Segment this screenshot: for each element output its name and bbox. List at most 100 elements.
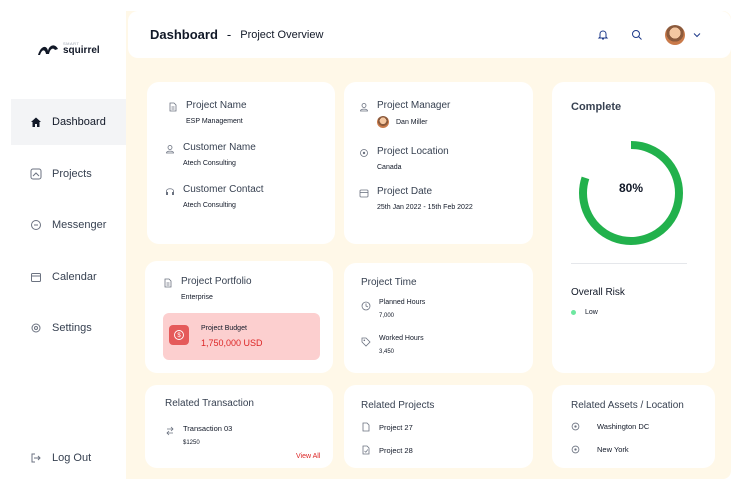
sidebar-item-label: Projects [52,168,92,180]
projects-icon [30,168,42,180]
calendar-icon [31,273,41,282]
tag-icon [361,337,371,347]
project-budget-value: 1,750,000 USD [201,338,263,348]
complete-divider [571,263,687,264]
location-pin-icon [571,445,580,454]
related-project-label: Project 27 [379,422,413,432]
asset-location-item[interactable]: New York [571,445,629,454]
project-location-value: Canada [377,164,402,171]
brand-name: squirrel [63,45,100,56]
related-assets-title: Related Assets / Location [571,400,684,411]
project-portfolio-value: Enterprise [181,294,213,301]
page-title: Dashboard [150,27,218,42]
user-icon [360,103,368,112]
bell-icon[interactable] [597,29,609,41]
project-location-field: Project Location Canada [359,146,449,171]
location-pin-icon [571,422,580,431]
risk-level: Low [571,309,598,316]
title-separator: - [226,27,232,42]
document-icon [164,278,172,288]
clock-icon [361,301,371,311]
top-bar: Dashboard - Project Overview [128,11,731,58]
project-name-label: Project Name [186,100,247,111]
planned-hours-field: Planned Hours 7,000 [361,299,425,319]
related-project-item[interactable]: Project 27 [361,422,413,432]
project-name-field: Project Name ESP Management [168,100,247,125]
squirrel-logo-icon [38,45,58,55]
app-frame: SMART squirrel Dashboard Projects Messen… [0,0,741,488]
sidebar: SMART squirrel Dashboard Projects Messen… [11,11,126,479]
customer-contact-field: Customer Contact Atech Consulting [165,184,264,209]
worked-hours-field: Worked Hours 3,450 [361,335,424,355]
sidebar-item-label: Settings [52,322,92,334]
location-pin-icon [360,149,368,157]
project-budget-label: Project Budget [201,325,247,332]
sidebar-item-label: Messenger [52,219,107,231]
view-all-link[interactable]: View All [296,453,320,460]
customer-name-value: Atech Consulting [183,160,236,167]
transaction-amount: $1250 [183,440,200,446]
brand-logo[interactable]: SMART squirrel [37,41,100,57]
project-manager-value: Dan Miller [396,118,428,126]
logout-icon [31,453,41,463]
logout-label: Log Out [52,452,92,464]
customer-contact-label: Customer Contact [183,184,264,195]
planned-hours-value: 7,000 [379,313,395,319]
chevron-down-icon[interactable] [693,31,701,39]
related-transaction-title: Related Transaction [165,398,254,409]
document-icon [362,445,370,455]
planned-hours-label: Planned Hours [379,299,426,306]
customer-contact-value: Atech Consulting [183,202,236,209]
risk-indicator-dot [571,310,576,315]
project-manager-label: Project Manager [377,100,451,111]
project-date-value: 25th Jan 2022 - 15th Feb 2022 [377,204,473,211]
chat-icon [31,220,41,230]
search-icon[interactable] [631,29,643,41]
related-project-item[interactable]: Project 28 [361,445,413,455]
sidebar-item-settings[interactable]: Settings [11,305,126,351]
asset-location-item[interactable]: Washington DC [571,422,649,431]
transaction-item[interactable]: Transaction 03 $1250 [165,424,232,446]
page-subtitle: Project Overview [240,28,324,41]
complete-title: Complete [571,101,622,113]
worked-hours-label: Worked Hours [379,335,424,342]
project-date-label: Project Date [377,186,433,197]
project-time-title: Project Time [361,277,417,288]
calendar-icon [359,189,369,198]
project-portfolio-label: Project Portfolio [181,276,252,287]
document-icon [169,102,177,112]
svg-text:$: $ [177,333,181,339]
user-icon [166,145,174,154]
sidebar-item-label: Dashboard [52,116,106,128]
sidebar-item-projects[interactable]: Projects [11,151,126,197]
project-date-field: Project Date 25th Jan 2022 - 15th Feb 202… [359,186,473,211]
document-icon [362,422,370,432]
customer-name-label: Customer Name [183,142,256,153]
asset-location-label: New York [597,445,629,454]
manager-avatar [377,116,389,128]
overall-risk-title: Overall Risk [571,287,625,298]
project-manager-field: Project Manager Dan Miller [359,100,450,128]
project-portfolio-field: Project Portfolio Enterprise [163,276,252,301]
logout-button[interactable]: Log Out [11,435,126,481]
sidebar-item-dashboard[interactable]: Dashboard [11,99,126,145]
headset-icon [166,188,174,195]
related-project-label: Project 28 [379,445,413,455]
gear-icon [31,323,41,333]
customer-name-field: Customer Name Atech Consulting [165,142,256,167]
home-icon [31,117,41,127]
project-location-label: Project Location [377,146,449,157]
sidebar-item-messenger[interactable]: Messenger [11,202,126,248]
transaction-name: Transaction 03 [183,424,233,433]
user-avatar[interactable] [665,24,685,45]
dollar-icon: $ [169,325,189,345]
worked-hours-value: 3,450 [379,349,395,355]
project-budget-box: $ Project Budget 1,750,000 USD [163,313,320,360]
sidebar-item-label: Calendar [52,271,97,283]
project-name-value: ESP Management [186,118,243,125]
risk-level-value: Low [585,309,598,316]
sidebar-item-calendar[interactable]: Calendar [11,254,126,300]
swap-icon [166,426,174,436]
completion-percent: 80% [618,181,644,195]
asset-location-label: Washington DC [597,422,650,431]
